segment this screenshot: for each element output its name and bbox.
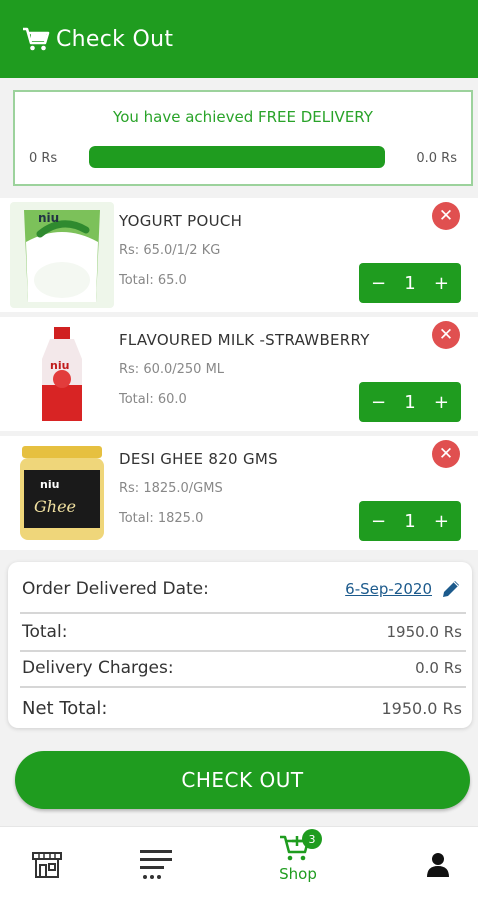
close-icon: ✕ [438, 206, 454, 226]
delivery-charges-label: Delivery Charges: [22, 658, 174, 678]
quantity-value: 1 [404, 272, 416, 294]
divider [20, 650, 466, 652]
delivery-charges-value: 0.0 Rs [415, 659, 462, 677]
progress-max-label: 0.0 Rs [416, 151, 457, 166]
nav-menu[interactable] [138, 847, 174, 881]
divider [20, 612, 466, 614]
nav-shop[interactable]: 3 Shop [278, 829, 322, 883]
app-header: Check Out [0, 0, 478, 78]
item-total: Total: 60.0 [119, 392, 187, 407]
close-icon: ✕ [438, 325, 454, 345]
item-price: Rs: 60.0/250 ML [119, 362, 225, 377]
decrease-button[interactable]: − [371, 392, 386, 413]
checkout-button[interactable]: CHECK OUT [15, 751, 470, 809]
menu-icon [140, 850, 172, 879]
remove-item-button[interactable]: ✕ [432, 202, 460, 230]
close-icon: ✕ [438, 444, 454, 464]
net-total-value: 1950.0 Rs [381, 699, 462, 718]
product-image-milk: niu [10, 321, 114, 427]
cart-count-badge: 3 [302, 829, 322, 849]
svg-text:niu: niu [38, 211, 59, 225]
nav-profile[interactable] [424, 851, 452, 879]
delivered-date-link[interactable]: 6-Sep-2020 [345, 580, 432, 598]
free-delivery-message: You have achieved FREE DELIVERY [113, 108, 373, 126]
product-image-ghee: niu Ghee [10, 440, 114, 546]
cart-item: niu FLAVOURED MILK -STRAWBERRY Rs: 60.0/… [0, 317, 478, 431]
pencil-icon[interactable] [440, 578, 462, 600]
net-total-row: Net Total: 1950.0 Rs [22, 698, 462, 719]
total-value: 1950.0 Rs [386, 623, 463, 641]
quantity-value: 1 [404, 391, 416, 413]
cart-icon [23, 27, 50, 51]
delivery-progress-bar [89, 146, 385, 168]
item-name: YOGURT POUCH [119, 212, 243, 230]
quantity-stepper[interactable]: − 1 + [359, 382, 461, 422]
order-summary: Order Delivered Date: 6-Sep-2020 Total: … [8, 562, 472, 728]
item-name: DESI GHEE 820 GMS [119, 450, 278, 468]
quantity-stepper[interactable]: − 1 + [359, 501, 461, 541]
increase-button[interactable]: + [434, 392, 449, 413]
store-icon [32, 852, 62, 878]
increase-button[interactable]: + [434, 511, 449, 532]
nav-shop-label: Shop [279, 865, 317, 883]
remove-item-button[interactable]: ✕ [432, 321, 460, 349]
divider [20, 686, 466, 688]
delivery-charges-row: Delivery Charges: 0.0 Rs [22, 658, 462, 678]
svg-text:niu: niu [50, 359, 69, 372]
nav-store[interactable] [30, 847, 64, 881]
item-total: Total: 65.0 [119, 273, 187, 288]
delivered-date-row: Order Delivered Date: 6-Sep-2020 [22, 578, 462, 600]
cart-item: niu Ghee DESI GHEE 820 GMS Rs: 1825.0/GM… [0, 436, 478, 550]
delivered-date-label: Order Delivered Date: [22, 579, 209, 599]
total-row: Total: 1950.0 Rs [22, 622, 462, 642]
svg-text:niu: niu [40, 478, 59, 491]
progress-min-label: 0 Rs [29, 151, 58, 166]
delivery-progress-fill [89, 146, 385, 168]
item-price: Rs: 65.0/1/2 KG [119, 243, 221, 258]
decrease-button[interactable]: − [371, 273, 386, 294]
cart-item: niu YOGURT POUCH Rs: 65.0/1/2 KG Total: … [0, 198, 478, 312]
item-price: Rs: 1825.0/GMS [119, 481, 223, 496]
remove-item-button[interactable]: ✕ [432, 440, 460, 468]
page-title: Check Out [56, 26, 174, 52]
decrease-button[interactable]: − [371, 511, 386, 532]
quantity-value: 1 [404, 510, 416, 532]
total-label: Total: [22, 622, 68, 642]
product-image-yogurt: niu [10, 202, 114, 308]
free-delivery-banner: You have achieved FREE DELIVERY 0 Rs 0.0… [13, 90, 473, 186]
bottom-navigation: 3 Shop [0, 826, 478, 900]
net-total-label: Net Total: [22, 698, 108, 719]
item-name: FLAVOURED MILK -STRAWBERRY [119, 331, 370, 349]
item-total: Total: 1825.0 [119, 511, 204, 526]
svg-text:Ghee: Ghee [34, 497, 76, 516]
quantity-stepper[interactable]: − 1 + [359, 263, 461, 303]
increase-button[interactable]: + [434, 273, 449, 294]
user-icon [427, 853, 449, 877]
